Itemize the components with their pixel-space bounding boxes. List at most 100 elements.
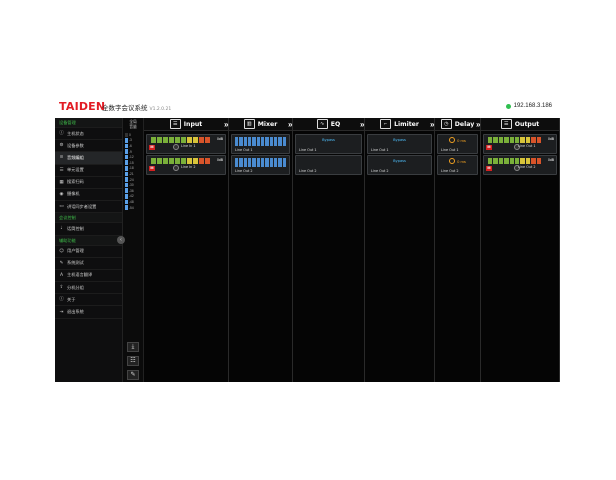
channel-card[interactable]: Line Out 2 [295,155,362,175]
sidebar-item[interactable]: ⓘ 关于 [55,294,122,307]
sidebar-item[interactable]: ≡ 音频编组 [55,152,122,165]
module-header[interactable]: ☰ Input [144,118,228,131]
channel-card[interactable]: Line Out 1 [231,134,290,154]
mixer-crosspoint[interactable] [273,158,278,167]
output-icon: ☰ [500,119,512,129]
mixer-crosspoint[interactable] [260,137,265,146]
channel-card[interactable]: Bypass Line Out 2 [367,155,432,175]
module-header[interactable]: ▥ Mixer [229,118,292,131]
delay-value[interactable]: 0 ms [438,158,477,164]
mixer-crosspoint[interactable] [269,137,273,146]
volume-scale-segment [125,205,128,210]
mixer-crosspoint[interactable] [273,137,278,146]
mixer-crosspoint[interactable] [252,158,256,167]
module-eq: ∿ EQ Bypass Line Out 1 Line Out 2 [293,118,365,382]
mixer-crosspoint[interactable] [239,158,243,167]
mixer-crosspoint[interactable] [256,137,260,146]
sidebar-item-label: 音频编组 [67,154,84,160]
ip-address: 192.168.3.186 [513,103,552,109]
delay-value[interactable]: 0 ms [438,137,477,143]
global-volume-subtitle: 音量 [129,124,137,129]
mixer-crosspoint[interactable] [252,137,256,146]
mixer-crosspoint[interactable] [235,137,239,146]
sidebar-item[interactable]: ✎ 系统测试 [55,258,122,270]
sidebar-item[interactable]: ⚙ 设备参数 [55,140,122,153]
users-icon: ☺ [59,248,64,254]
mixer-crosspoint[interactable] [239,137,243,146]
module-delay: ◷ Delay 0 ms Line Out 1 0 ms Line Out 2 [435,118,481,382]
mixer-crosspoint[interactable] [265,158,269,167]
channel-card[interactable]: Line Out 2 [231,155,290,175]
module-header[interactable]: ⌐ Limiter [365,118,434,131]
mixer-crosspoint[interactable] [269,158,273,167]
sidebar-item-label: 用户管理 [67,248,84,253]
delay-knob-icon [449,158,456,164]
mixer-crosspoint[interactable] [278,158,282,167]
settings-tool-button[interactable]: ✎ [127,370,139,380]
module-title: Limiter [394,120,419,128]
sidebar-item-label: 话筒控制 [67,225,84,231]
sidebar-item[interactable]: ☰ 单元设置 [55,165,122,177]
import-tool-button[interactable]: ⤓ [127,342,139,352]
module-header[interactable]: ◷ Delay [435,118,480,131]
sidebar-item[interactable]: ⇥ 退出系统 [55,306,122,319]
channel-card[interactable]: 0 ms Line Out 1 [437,134,478,154]
channel-card[interactable]: M 0dB Line In 2 [146,155,226,175]
mixer-crosspoint[interactable] [256,158,260,167]
signal-flow-arrow-icon: » [224,120,229,129]
sidebar-item[interactable]: ▭ 讲话同步者设置 [55,201,122,214]
sidebar-section-title: 会议控制 [55,213,122,224]
bypass-status: Bypass [322,138,335,142]
mute-button[interactable]: M [149,145,155,150]
mixer-crosspoint[interactable] [265,137,269,146]
mixer-crosspoint[interactable] [243,158,247,167]
level-meter [151,158,211,164]
mixer-crosspoints[interactable] [235,158,286,167]
channel-card[interactable]: Bypass Line Out 1 [367,134,432,154]
sidebar-item[interactable]: ⓘ 主机状态 [55,128,122,141]
mixer-crosspoint[interactable] [243,137,247,146]
sidebar-item[interactable]: ▦ 搜索扫码 [55,177,122,189]
channel-card[interactable]: M 0dB Line Out 1 [483,134,557,154]
meter-segment [205,158,211,164]
mixer-crosspoint[interactable] [260,158,265,167]
sidebar-item[interactable]: ♩ 话筒控制 [55,223,122,236]
sidebar-item[interactable]: ◉ 摄像机 [55,189,122,202]
mute-button[interactable]: M [486,166,492,171]
mixer-crosspoint[interactable] [247,137,252,146]
collapse-sidebar-button[interactable]: ‹ [117,236,125,244]
sidebar-item[interactable]: ☺ 用户管理 [55,246,122,258]
volume-scale-segment [125,182,128,188]
sidebar-item[interactable]: ⇪ 分机分组 [55,282,122,295]
sidebar-item[interactable]: A 主机语言翻译 [55,270,122,283]
camera-icon: ◉ [59,192,64,198]
channel-card[interactable]: Bypass Line Out 1 [295,134,362,154]
mixer-crosspoints[interactable] [235,137,286,146]
channel-card[interactable]: M 0dB Line In 1 [146,134,226,154]
module-header[interactable]: ∿ EQ [293,118,364,131]
gain-knob[interactable] [173,165,179,171]
module-header[interactable]: ☰ Output [481,118,559,131]
preset-tool-button[interactable]: ☷ [127,356,139,366]
mixer-crosspoint[interactable] [282,137,286,146]
mixer-crosspoint[interactable] [278,137,282,146]
sidebar-item-label: 摄像机 [67,191,80,197]
mixer-crosspoint[interactable] [282,158,286,167]
signal-flow-arrow-icon: » [430,120,435,129]
mixer-crosspoint[interactable] [247,158,252,167]
module-output: ☰ Output M 0dB Line Out 1 M 0dB Line Out 2 [481,118,560,382]
volume-scale-segment [125,194,128,199]
signal-flow-arrow-icon: » [476,120,481,129]
volume-scale-segment [125,132,128,138]
mute-button[interactable]: M [486,145,492,150]
info-icon: ⓘ [59,131,64,137]
gain-knob[interactable] [173,144,179,150]
mute-button[interactable]: M [149,166,155,171]
volume-scale-tick: -12 [129,155,134,160]
volume-scale-tick: -48 [129,199,134,204]
channel-card[interactable]: 0 ms Line Out 2 [437,155,478,175]
channel-card[interactable]: M 0dB Line Out 2 [483,155,557,175]
global-volume-slider[interactable]: 0 -3 -6 -9 -12 -15 -18 -21 -24 -30 -36 -42 -48 -54 [125,132,142,210]
mixer-crosspoint[interactable] [235,158,239,167]
volume-scale-segment [125,154,128,160]
